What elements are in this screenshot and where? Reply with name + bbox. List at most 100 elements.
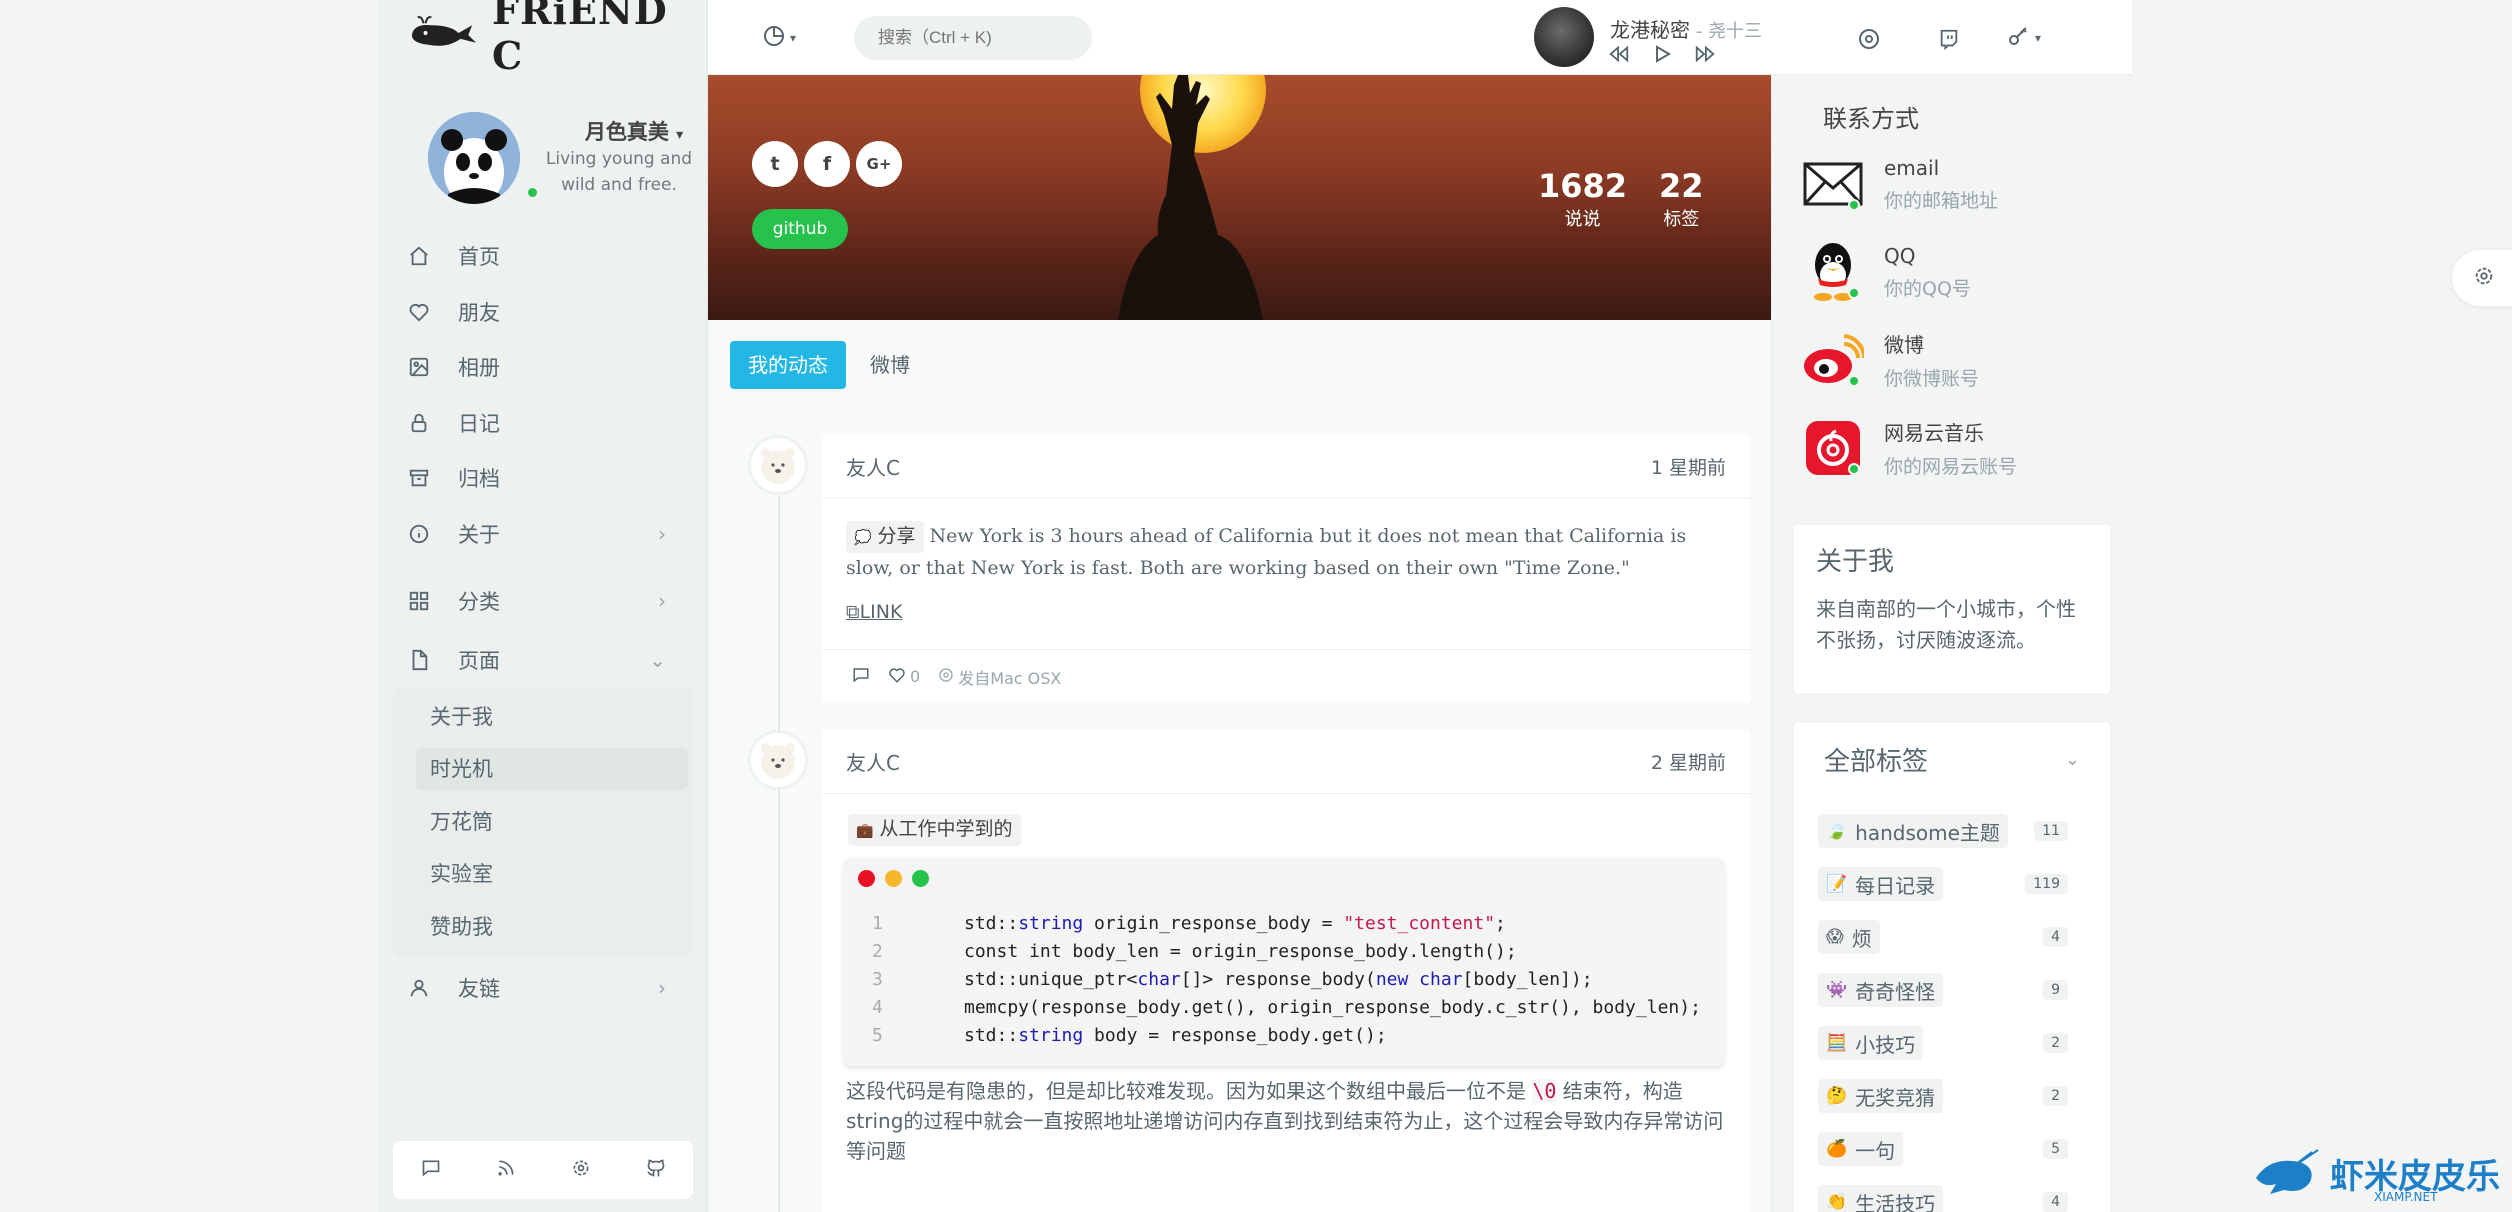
twitter-button[interactable]: t	[752, 141, 798, 187]
tag-name: handsome主题	[1855, 820, 2000, 845]
submenu-item-lab[interactable]: 实验室	[416, 853, 688, 895]
tag-count: 4	[2043, 1192, 2068, 1212]
record-icon[interactable]	[1852, 24, 1886, 54]
caret-down-icon: ▾	[789, 31, 797, 45]
sidebar-item-diary[interactable]: 日记	[408, 399, 678, 447]
next-track-icon[interactable]	[1694, 44, 1716, 68]
line-number: 3	[872, 969, 883, 990]
pie-chart-icon	[762, 24, 786, 52]
post-link[interactable]: ⧉LINK	[846, 597, 902, 627]
search-input[interactable]	[854, 16, 1092, 60]
sidebar-item-label: 相册	[458, 356, 500, 380]
settings-float-button[interactable]	[2452, 250, 2512, 306]
contact-item-weibo[interactable]: 微博 你微博账号	[1802, 329, 2102, 391]
theme-switch-dropdown[interactable]: ▾	[754, 22, 804, 54]
post-card: 友人C 2 星期前 💼 从工作中学到的 1 std::string origin_…	[822, 730, 1750, 1212]
right-sidebar: 联系方式 email 你的邮箱地址 QQ 你的QQ号 微博 你微博账号 网易云音…	[1771, 75, 2132, 1212]
code-token: char	[1137, 969, 1181, 990]
github-icon[interactable]	[646, 1158, 666, 1182]
tag-item[interactable]: 👾 奇奇怪怪 9	[1818, 970, 2080, 1010]
contact-item-qq[interactable]: QQ 你的QQ号	[1802, 241, 2102, 303]
gear-icon	[2473, 265, 2495, 291]
sidebar-item-pages[interactable]: 页面 ⌄	[408, 636, 678, 684]
tag-item[interactable]: 👏 生活技巧 4	[1818, 1182, 2080, 1212]
code-token: []> response_body(	[1180, 969, 1376, 990]
like-button[interactable]: 0	[888, 666, 920, 688]
key-dropdown[interactable]: ▾	[1996, 22, 2052, 54]
twitch-icon[interactable]	[1932, 24, 1966, 54]
tag-item[interactable]: 😱 烦 4	[1818, 917, 2080, 957]
stat-tags[interactable]: 22 标签	[1659, 167, 1704, 231]
tag-item[interactable]: 🍃 handsome主题 11	[1818, 811, 2080, 851]
sidebar-item-about[interactable]: 关于 ›	[408, 510, 678, 558]
post-time: 2 星期前	[1650, 752, 1726, 774]
comment-icon[interactable]	[421, 1158, 441, 1182]
post-avatar[interactable]	[748, 730, 808, 790]
panda-avatar-icon	[428, 112, 520, 204]
code-line: 3 std::unique_ptr<char[]> response_body(n…	[844, 966, 1724, 994]
post-text: New York is 3 hours ahead of California …	[846, 525, 1687, 579]
like-count: 0	[910, 667, 921, 686]
comment-icon[interactable]	[852, 666, 870, 688]
facebook-button[interactable]: f	[804, 141, 850, 187]
contact-item-netease-music[interactable]: 网易云音乐 你的网易云账号	[1802, 417, 2102, 479]
post-author[interactable]: 友人C	[846, 747, 900, 776]
submenu-item-time-machine[interactable]: 时光机	[416, 748, 688, 790]
post-text-before: 这段代码是有隐患的，但是却比较难发现。因为如果这个数组中最后一位不是	[846, 1079, 1533, 1103]
profile-banner: t f G+ github 1682 说说 22 标签	[708, 75, 1771, 320]
google-plus-button[interactable]: G+	[856, 141, 902, 187]
post-avatar[interactable]	[748, 435, 808, 495]
tag-item[interactable]: 🧮 小技巧 2	[1818, 1023, 2080, 1063]
tag-name: 奇奇怪怪	[1855, 979, 1936, 1004]
tag-item[interactable]: 📝 每日记录 119	[1818, 864, 2080, 904]
submenu-item-kaleidoscope[interactable]: 万花筒	[416, 801, 688, 843]
post-tag[interactable]: 💼 从工作中学到的	[848, 814, 1021, 846]
tag-item[interactable]: 🍊 一句 5	[1818, 1129, 2080, 1169]
logo[interactable]: FRiEND C	[408, 0, 707, 78]
code-line: 4 memcpy(response_body.get(), origin_resp…	[844, 994, 1724, 1022]
play-icon[interactable]	[1652, 44, 1672, 68]
tags-panel-header[interactable]: 全部标签 ⌄	[1794, 723, 2110, 796]
contact-name: email	[1884, 155, 1940, 180]
info-icon	[408, 523, 440, 545]
watermark: 虾米皮皮乐 XIAMP.NET	[2250, 1148, 2500, 1204]
sidebar-footer	[393, 1141, 693, 1199]
chevron-down-icon: ⌄	[2064, 749, 2080, 770]
tag-item[interactable]: 🤔 无奖竞猜 2	[1818, 1076, 2080, 1116]
banner-silhouette	[1118, 75, 1263, 320]
tab-weibo[interactable]: 微博	[852, 341, 928, 389]
tag-count: 11	[2034, 821, 2068, 841]
sidebar-item-album[interactable]: 相册	[408, 343, 678, 391]
line-number: 1	[872, 913, 883, 934]
sidebar-item-links[interactable]: 友链 ›	[408, 964, 678, 1012]
post-author[interactable]: 友人C	[846, 452, 900, 481]
contact-item-email[interactable]: email 你的邮箱地址	[1802, 153, 2102, 215]
sidebar-item-home[interactable]: 首页	[408, 232, 678, 280]
submenu-item-sponsor[interactable]: 赞助我	[416, 906, 688, 948]
user-name: 月色真美	[584, 120, 669, 144]
user-name-dropdown[interactable]: 月色真美 ▾	[564, 116, 704, 146]
github-button[interactable]: github	[752, 209, 848, 249]
tab-my-updates[interactable]: 我的动态	[730, 341, 846, 389]
chevron-right-icon: ›	[658, 589, 666, 613]
avatar[interactable]	[428, 112, 520, 204]
settings-icon[interactable]	[571, 1158, 591, 1182]
heart-icon	[888, 666, 906, 688]
tag-pill: 👾 奇奇怪怪	[1818, 973, 1944, 1007]
music-cover-art[interactable]	[1534, 7, 1594, 67]
sidebar-item-archive[interactable]: 归档	[408, 454, 678, 502]
tag-count: 4	[2043, 927, 2068, 947]
prev-track-icon[interactable]	[1608, 44, 1630, 68]
weibo-icon	[1802, 329, 1864, 391]
rss-icon[interactable]	[496, 1158, 516, 1182]
lock-icon	[408, 412, 440, 434]
submenu-item-about-me[interactable]: 关于我	[416, 696, 688, 738]
tag-pill: 🧮 小技巧	[1818, 1026, 1924, 1060]
post-header: 友人C 1 星期前	[822, 435, 1750, 499]
chevron-down-icon: ⌄	[649, 648, 666, 672]
code-token: std::unique_ptr<	[964, 969, 1138, 990]
sidebar-item-category[interactable]: 分类 ›	[408, 577, 678, 625]
post-tag[interactable]: 💭 分享	[846, 521, 924, 553]
sidebar-item-friends[interactable]: 朋友	[408, 288, 678, 336]
stat-posts[interactable]: 1682 说说	[1538, 167, 1627, 231]
